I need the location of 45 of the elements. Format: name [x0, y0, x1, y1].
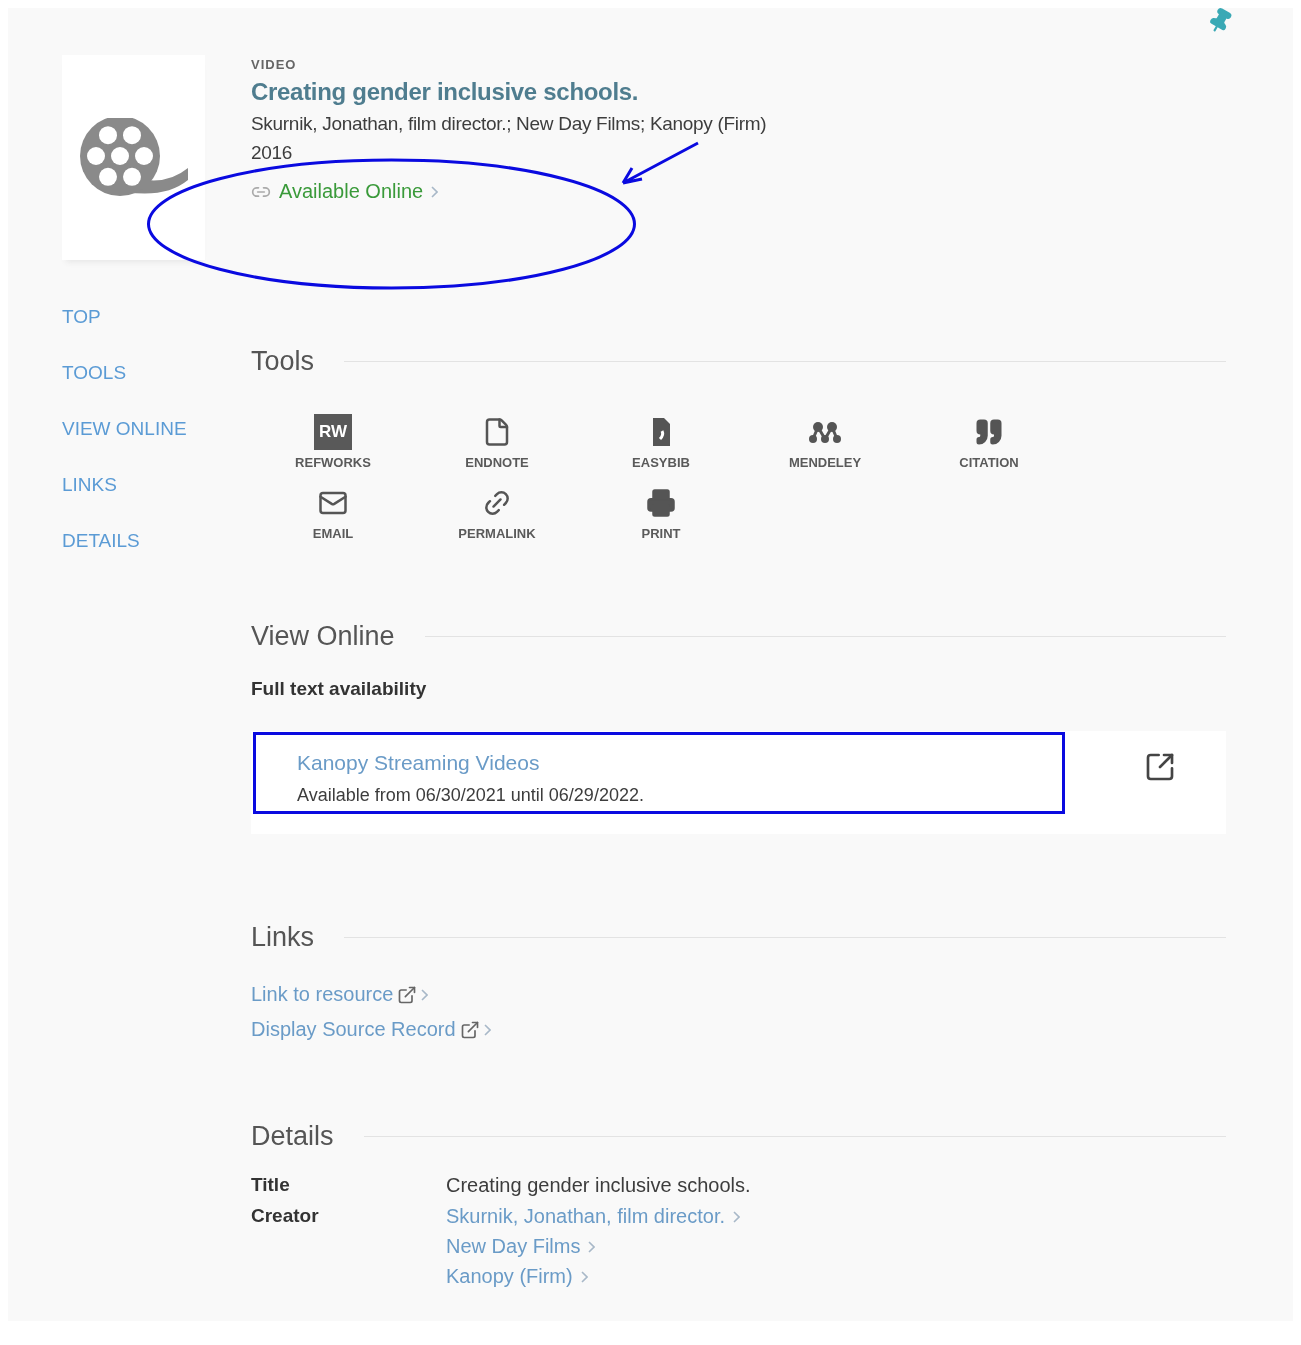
chevron-icon [588, 1240, 596, 1253]
tool-button[interactable]: MENDELEY [743, 413, 907, 470]
resource-link[interactable]: Display Source Record [251, 1018, 491, 1041]
chevron-icon [733, 1210, 740, 1223]
availability-link[interactable]: Available Online [251, 180, 439, 203]
tool-button[interactable]: ENDNOTE [415, 413, 579, 470]
tool-button[interactable]: PRINT [579, 484, 743, 541]
section-nav-link[interactable]: LINKS [62, 474, 251, 498]
tool-button[interactable]: CITATION [907, 413, 1071, 470]
record-authors: Skurnik, Jonathan, film director.; New Day Films; Kanopy (Firm) [251, 113, 768, 135]
detail-link[interactable]: Kanopy (Firm) [446, 1265, 588, 1288]
section-heading: Details [251, 1121, 334, 1152]
section-heading: Links [251, 922, 315, 953]
detail-label: Creator [251, 1205, 320, 1228]
chevron-icon [421, 988, 429, 1001]
section-heading: View Online [251, 621, 395, 652]
section-heading: Tools [251, 346, 315, 377]
chevron-icon [431, 185, 439, 198]
printer-icon [646, 488, 676, 518]
external-link-icon[interactable] [1144, 751, 1176, 783]
subheading: Full text availability [251, 678, 428, 700]
quote-icon [974, 417, 1004, 447]
section-nav-link[interactable]: DETAILS [62, 530, 251, 554]
chevron-icon [483, 1023, 491, 1036]
record-year: 2016 [251, 142, 294, 164]
detail-link[interactable]: New Day Films [446, 1235, 596, 1258]
resource-link[interactable]: Link to resource [251, 983, 429, 1006]
detail-label: Title [251, 1174, 291, 1197]
service-link[interactable]: Kanopy Streaming Videos [297, 751, 644, 775]
chevron-icon [580, 1270, 588, 1283]
tool-button[interactable]: EASYBIB [579, 413, 743, 470]
external-link-icon [459, 1019, 480, 1040]
section-nav-link[interactable]: TOOLS [62, 362, 251, 386]
detail-link[interactable]: Skurnik, Jonathan, film director. [446, 1205, 740, 1228]
external-link-icon [397, 984, 418, 1005]
detail-value: Creating gender inclusive schools. [446, 1174, 752, 1197]
tool-button[interactable]: RW REFWORKS [251, 413, 415, 470]
section-nav-link[interactable]: VIEW ONLINE [62, 418, 251, 442]
coverage-text: Available from 06/30/2021 until 06/29/2022. [297, 785, 644, 806]
resource-type: VIDEO [251, 57, 298, 72]
tool-button[interactable]: EMAIL [251, 484, 415, 541]
refworks-icon: RW [314, 414, 352, 450]
record-title[interactable]: Creating gender inclusive schools. [251, 78, 1226, 106]
section-nav-link[interactable]: TOP [62, 306, 251, 330]
tool-button[interactable]: PERMALINK [415, 484, 579, 541]
